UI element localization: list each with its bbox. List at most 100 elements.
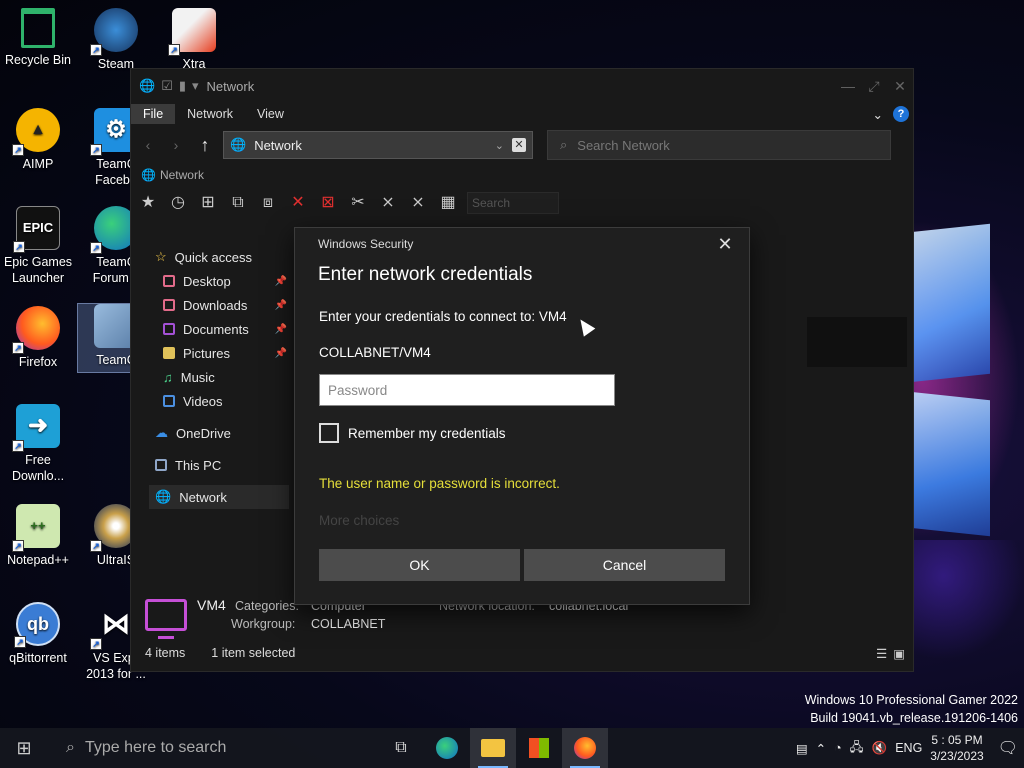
nav-pictures[interactable]: Pictures 📌 bbox=[149, 341, 289, 365]
back-button[interactable]: ‹ bbox=[137, 134, 159, 156]
free-download-icon: ➜ ↗ bbox=[12, 404, 60, 452]
large-icons-view-icon[interactable]: ▣ bbox=[893, 646, 905, 661]
onedrive-icon[interactable]: ◔ bbox=[834, 741, 842, 755]
minimize-button[interactable]: — bbox=[835, 78, 861, 95]
help-icon[interactable]: ? bbox=[893, 106, 909, 122]
password-field[interactable] bbox=[319, 374, 615, 406]
view-layout-icon[interactable]: ▦ bbox=[437, 192, 459, 214]
desktop-icon-steam[interactable]: ↗ Steam bbox=[78, 8, 154, 72]
delete-folder-icon[interactable]: ⊠ bbox=[317, 192, 339, 214]
delete-icon[interactable]: ✕ bbox=[287, 192, 309, 214]
desktop-icon-free-download[interactable]: ➜ ↗ Free Downlo... bbox=[0, 404, 76, 484]
tab-network[interactable]: Network bbox=[175, 104, 245, 124]
computer-monitor-icon bbox=[145, 599, 187, 631]
network-icon: 🌐 bbox=[155, 489, 172, 504]
nav-onedrive[interactable]: ☁ OneDrive bbox=[149, 421, 289, 445]
nav-quick-access[interactable]: ☆ Quick access bbox=[149, 245, 289, 269]
move-icon[interactable]: ⧈ bbox=[257, 192, 279, 214]
input-language[interactable]: ENG bbox=[895, 741, 922, 755]
cut-icon[interactable]: ✂ bbox=[347, 192, 369, 214]
shortcut-arrow-icon: ↗ bbox=[12, 144, 24, 156]
history-icon[interactable]: ◷ bbox=[167, 192, 189, 214]
clock[interactable]: 5 : 05 PM 3/23/2023 bbox=[930, 732, 983, 764]
close-button[interactable]: ✕ bbox=[887, 78, 913, 95]
taskbar-firefox[interactable] bbox=[562, 728, 608, 768]
tab-file[interactable]: File bbox=[131, 104, 176, 124]
cloud-icon: ☁ bbox=[155, 425, 168, 440]
news-icon[interactable]: ▤ bbox=[796, 741, 808, 756]
new-folder-icon[interactable]: ▮ bbox=[179, 78, 186, 94]
nav-downloads[interactable]: Downloads 📌 bbox=[149, 293, 289, 317]
checkbox-box[interactable] bbox=[319, 423, 339, 443]
desktop-icon-aimp[interactable]: ▲ ↗ AIMP bbox=[0, 108, 76, 172]
ok-button[interactable]: OK bbox=[319, 549, 520, 581]
show-hidden-icons-chevron-icon[interactable]: ⌃ bbox=[816, 741, 826, 756]
forward-button[interactable]: › bbox=[165, 134, 187, 156]
downloads-folder-icon bbox=[163, 299, 175, 311]
breadcrumb-item[interactable]: Network bbox=[160, 168, 204, 182]
up-button[interactable]: ↑ bbox=[193, 135, 217, 156]
task-view-button[interactable]: ⧉ bbox=[378, 728, 424, 768]
desktop-folder-icon bbox=[163, 275, 175, 287]
store-bag-icon bbox=[529, 738, 549, 758]
customize-toolbar-icon[interactable]: ▾ bbox=[192, 78, 199, 94]
copy-icon[interactable]: ⧉ bbox=[227, 192, 249, 214]
address-dropdown-icon[interactable]: ⌄ bbox=[495, 139, 504, 152]
address-bar[interactable]: 🌐 Network ⌄ ✕ bbox=[223, 131, 533, 159]
desktop-icon-label: Notepad++ bbox=[7, 553, 69, 567]
nav-music[interactable]: ♫ Music bbox=[149, 365, 289, 389]
nav-desktop[interactable]: Desktop 📌 bbox=[149, 269, 289, 293]
desktop-icon-recycle-bin[interactable]: Recycle Bin bbox=[0, 8, 76, 68]
nav-label: Documents bbox=[183, 321, 249, 337]
notifications-icon[interactable]: 🗨 bbox=[992, 738, 1018, 758]
desktop-icon-label: AIMP bbox=[22, 157, 54, 171]
more-choices-link[interactable]: More choices bbox=[319, 513, 399, 528]
desktop-icon-firefox[interactable]: ↗ Firefox bbox=[0, 306, 76, 370]
dialog-close-icon[interactable]: ✕ bbox=[715, 234, 735, 255]
shortcut-arrow-icon: ↗ bbox=[90, 540, 102, 552]
item-count: 4 items bbox=[145, 646, 186, 660]
recycle-bin-icon bbox=[21, 8, 55, 48]
maximize-button[interactable]: ⤢ bbox=[861, 78, 887, 95]
properties-icon[interactable]: ☑ bbox=[161, 78, 173, 94]
remember-credentials-checkbox[interactable]: Remember my credentials bbox=[319, 423, 506, 443]
nav-this-pc[interactable]: This PC bbox=[149, 453, 289, 477]
cancel-button[interactable]: Cancel bbox=[524, 549, 725, 581]
monitor-stand-icon bbox=[158, 633, 174, 639]
volume-muted-icon[interactable]: 🔇 bbox=[872, 741, 888, 756]
task-view-icon: ⧉ bbox=[395, 739, 407, 756]
taskbar-search-placeholder: Type here to search bbox=[84, 739, 227, 756]
selected-item-name: VM4 bbox=[197, 597, 226, 613]
breadcrumb: 🌐 Network bbox=[131, 165, 913, 185]
desktop-icon-xtra[interactable]: ↗ Xtra bbox=[156, 8, 232, 72]
clear-address-icon[interactable]: ✕ bbox=[512, 138, 526, 152]
dialog-prompt: Enter your credentials to connect to: VM… bbox=[319, 309, 567, 324]
unmap-icon[interactable]: ⨯ bbox=[407, 192, 429, 214]
taskbar-edge[interactable] bbox=[424, 728, 470, 768]
music-note-icon: ♫ bbox=[163, 369, 173, 385]
desktop-icon-epic-games[interactable]: EPIC ↗ Epic Games Launcher bbox=[0, 206, 76, 286]
taskbar-file-explorer[interactable] bbox=[470, 728, 516, 768]
favorite-star-icon[interactable]: ★ bbox=[137, 192, 159, 214]
network-disconnected-icon[interactable]: 🖧 bbox=[850, 738, 864, 759]
edge-icon bbox=[436, 737, 458, 759]
search-box[interactable]: ⌕ Search Network bbox=[547, 130, 891, 160]
expand-ribbon-icon[interactable]: ⌄ bbox=[873, 107, 883, 122]
disconnect-icon[interactable]: ⨯ bbox=[377, 192, 399, 214]
selected-item-highlight[interactable] bbox=[807, 317, 907, 367]
desktop-icon-qbittorrent[interactable]: qb ↗ qBittorrent bbox=[0, 602, 76, 666]
toolbar-search-input[interactable]: Search bbox=[467, 192, 559, 214]
desktop-icon-notepad-plus-plus[interactable]: ++ ↗ Notepad++ bbox=[0, 504, 76, 568]
start-button[interactable]: ⊞ bbox=[0, 728, 48, 768]
address-text: Network bbox=[254, 137, 302, 153]
nav-videos[interactable]: Videos bbox=[149, 389, 289, 413]
nav-documents[interactable]: Documents 📌 bbox=[149, 317, 289, 341]
taskbar-search[interactable]: ⌕ Type here to search bbox=[48, 728, 378, 768]
ribbon-tabs: File Network View ⌄ ? bbox=[131, 103, 913, 125]
details-view-icon[interactable]: ☰ bbox=[876, 646, 887, 661]
selection-count: 1 item selected bbox=[211, 646, 296, 660]
nav-network[interactable]: 🌐 Network bbox=[149, 485, 289, 509]
taskbar-store[interactable] bbox=[516, 728, 562, 768]
tab-view[interactable]: View bbox=[245, 104, 296, 124]
windows-icon[interactable]: ⊞ bbox=[197, 192, 219, 214]
